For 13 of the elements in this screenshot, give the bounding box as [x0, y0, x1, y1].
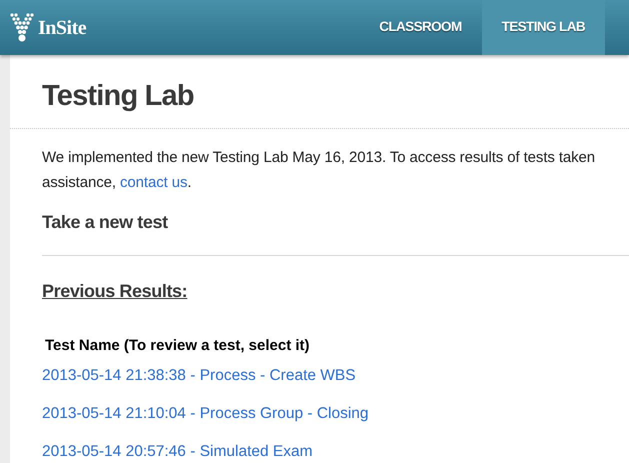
- intro-paragraph: We implemented the new Testing Lab May 16, 2013. To access results of tests taken assistance, contact us.: [42, 148, 596, 193]
- nav-tab[interactable]: CLASSROOM: [359, 0, 482, 55]
- column-header: Test Name (To review a test, select it): [45, 336, 310, 356]
- logo-text: InSite: [38, 16, 86, 40]
- page-title: Testing Lab: [41, 79, 195, 114]
- test-result-link[interactable]: 2013-05-14 20:57:46 - Simulated Exam: [42, 442, 313, 461]
- nav-tab[interactable]: TESTING LAB: [482, 0, 605, 55]
- logo-icon: [10, 12, 34, 42]
- test-result-link[interactable]: 2013-05-14 21:38:38 - Process - Create WBS: [42, 366, 356, 385]
- section-heading: Previous Results:: [42, 280, 188, 303]
- new-test-link[interactable]: Take a new test: [42, 208, 168, 236]
- test-result-link[interactable]: 2013-05-14 21:10:04 - Process Group - Closing: [42, 404, 369, 423]
- contact-link[interactable]: contact us: [120, 174, 188, 191]
